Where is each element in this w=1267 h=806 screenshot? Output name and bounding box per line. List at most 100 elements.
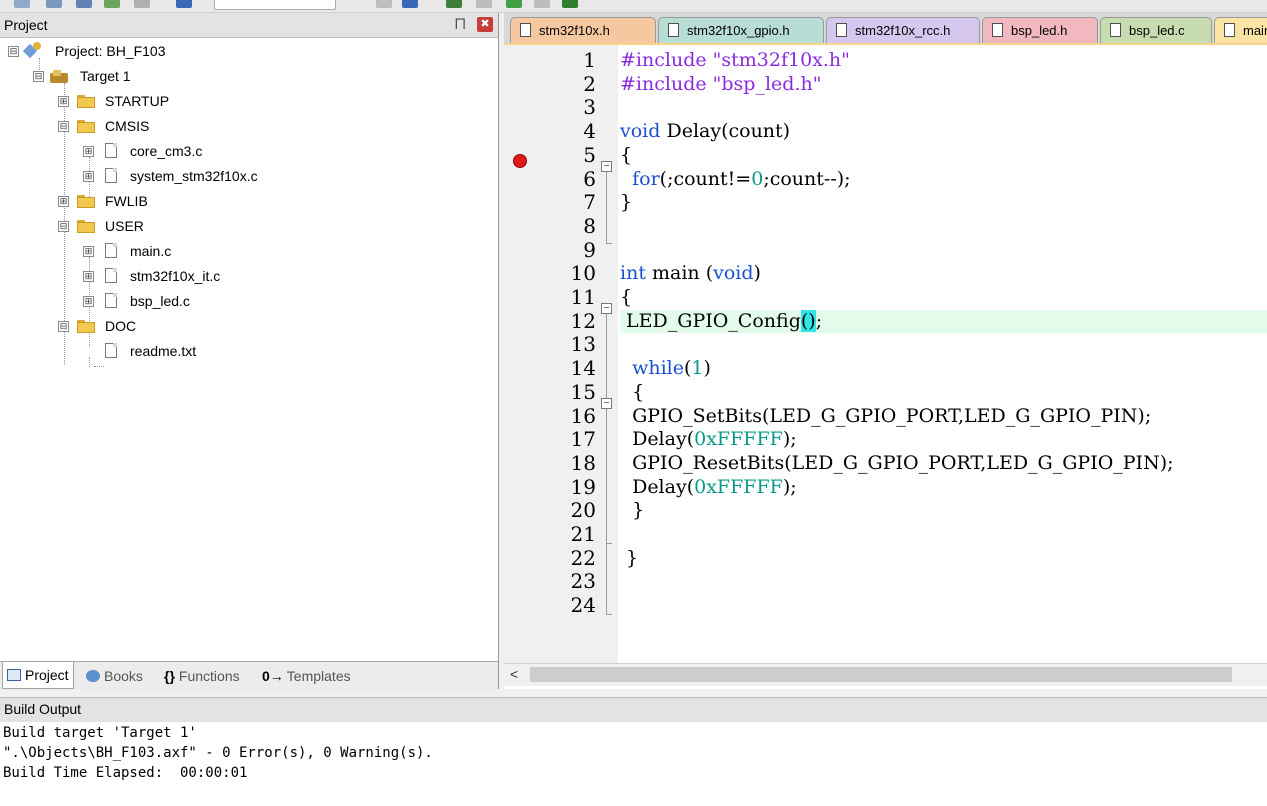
code-token: main ( (645, 262, 714, 285)
code-token: int (620, 262, 646, 285)
expand-icon[interactable]: ⊞ (58, 96, 69, 107)
fold-end (606, 543, 612, 544)
code-line[interactable]: } (620, 547, 1267, 571)
toolbar-button-2[interactable] (46, 0, 62, 8)
collapse-icon[interactable]: ⊟ (8, 46, 19, 57)
editor-gutter[interactable]: 1 2 3 4 5 6 7 8 9 10 11 12 13 14 15 16 17 18 19 20 21 22 23 24 … (504, 45, 618, 663)
build-output: Build target 'Target 1' ".\Objects\BH_F1… (0, 722, 1267, 806)
toolbar-button-6[interactable] (176, 0, 192, 8)
code-line[interactable]: Delay(0xFFFFF); (620, 476, 1267, 500)
tab-templates[interactable]: 0→ Templates (262, 665, 351, 687)
code-line[interactable] (620, 96, 1267, 120)
line-number: 17 (570, 427, 596, 452)
code-line[interactable] (620, 523, 1267, 547)
project-panel-header: Project ⨅ ✖ (0, 13, 498, 38)
code-line[interactable]: while(1) (620, 357, 1267, 381)
code-line[interactable]: int main (void) (620, 262, 1267, 286)
code-area[interactable]: #include "stm32f10x.h" #include "bsp_led.… (620, 45, 1267, 663)
pin-icon[interactable]: ⨅ (455, 16, 465, 32)
line-number: 1 (583, 48, 596, 72)
tab-books[interactable]: Books (86, 665, 143, 687)
toolbar-button-3[interactable] (76, 0, 92, 8)
toolbar-button-1[interactable] (14, 0, 30, 8)
project-icon (22, 42, 43, 60)
toolbar-button-8[interactable] (402, 0, 418, 8)
code-line[interactable]: GPIO_ResetBits(LED_G_GPIO_PORT,LED_G_GPI… (620, 452, 1267, 476)
code-token: ); (782, 475, 797, 498)
code-line[interactable] (620, 570, 1267, 594)
collapse-icon[interactable]: ⊟ (58, 221, 69, 232)
scroll-left-icon[interactable]: < (510, 666, 518, 682)
fold-collapse-icon[interactable]: − (601, 303, 612, 314)
build-output-line: Build Time Elapsed: 00:00:01 (3, 765, 248, 781)
code-line[interactable]: for(;count!=0;count--); (620, 168, 1267, 192)
file-icon (836, 23, 847, 37)
tab-functions[interactable]: {} Functions (164, 665, 240, 687)
code-line[interactable]: } (620, 499, 1267, 523)
target-select[interactable] (214, 0, 336, 10)
collapse-icon[interactable]: ⊟ (58, 321, 69, 332)
tab-bsp-led-c[interactable]: bsp_led.c (1100, 17, 1212, 43)
file-icon (105, 243, 117, 258)
tab-stm32f10x-rcc-h[interactable]: stm32f10x_rcc.h (826, 17, 980, 43)
fold-collapse-icon[interactable]: − (601, 398, 612, 409)
code-line[interactable]: } (620, 191, 1267, 215)
tab-main-c[interactable]: main.c (1214, 17, 1267, 43)
toolbar-button-11[interactable] (506, 0, 522, 8)
code-line[interactable] (620, 215, 1267, 239)
code-token: Delay( (620, 475, 695, 498)
toolbar-button-10[interactable] (476, 0, 492, 8)
code-token: while (632, 357, 684, 380)
code-line[interactable]: GPIO_SetBits(LED_G_GPIO_PORT,LED_G_GPIO_… (620, 405, 1267, 429)
code-token: for (632, 167, 660, 190)
file-icon (105, 343, 117, 358)
toolbar-button-5[interactable] (134, 0, 150, 8)
expand-icon[interactable]: ⊞ (83, 296, 94, 307)
code-token: } (620, 191, 633, 214)
collapse-icon[interactable]: ⊟ (58, 121, 69, 132)
horizontal-scrollbar[interactable]: < (504, 663, 1267, 686)
toolbar-button-9[interactable] (446, 0, 462, 8)
expand-icon[interactable]: ⊞ (58, 196, 69, 207)
code-line[interactable] (620, 239, 1267, 263)
toolbar-button-12[interactable] (534, 0, 550, 8)
toolbar-button-4[interactable] (104, 0, 120, 8)
line-number: 19 (570, 474, 596, 499)
project-tree: ⊟ Project: BH_F103 ⊟ Target 1 ⊞ STARTUP … (0, 39, 496, 659)
expand-icon[interactable]: ⊞ (83, 271, 94, 282)
tab-stm32f10x-h[interactable]: stm32f10x.h (510, 17, 656, 43)
tab-bsp-led-h[interactable]: bsp_led.h (982, 17, 1098, 43)
code-line[interactable]: { (620, 381, 1267, 405)
project-panel: Project ⨅ ✖ ⊟ Project: BH_F103 ⊟ Target … (0, 13, 499, 690)
line-number: 11 (570, 285, 596, 309)
tree-node-label: core_cm3.c (130, 143, 203, 159)
tab-label: stm32f10x_rcc.h (855, 23, 951, 38)
code-line[interactable]: Delay(0xFFFFF); (620, 428, 1267, 452)
folder-open-icon (77, 320, 95, 333)
breakpoint-icon[interactable] (513, 154, 527, 168)
expand-icon[interactable]: ⊞ (83, 146, 94, 157)
expand-icon[interactable]: ⊞ (83, 171, 94, 182)
tab-stm32f10x-gpio-h[interactable]: stm32f10x_gpio.h (658, 17, 824, 43)
toolbar-button-7[interactable] (376, 0, 392, 8)
line-number: 6 (583, 166, 596, 191)
close-panel-button[interactable]: ✖ (477, 17, 493, 32)
code-line[interactable]: #include "stm32f10x.h" (620, 49, 1267, 73)
code-token: } (620, 499, 645, 522)
code-line[interactable] (620, 333, 1267, 357)
code-line[interactable]: { (620, 144, 1267, 168)
code-line[interactable]: { (620, 286, 1267, 310)
file-icon (668, 23, 679, 37)
code-line[interactable]: #include "bsp_led.h" (620, 73, 1267, 97)
collapse-icon[interactable]: ⊟ (33, 71, 44, 82)
toolbar-button-13[interactable] (562, 0, 578, 8)
fold-collapse-icon[interactable]: − (601, 161, 612, 172)
tab-project[interactable]: Project (2, 662, 74, 689)
code-line[interactable]: void Delay(count) (620, 120, 1267, 144)
code-line[interactable]: LED_GPIO_Config(); (620, 309, 1267, 334)
books-icon (86, 670, 100, 682)
code-line[interactable] (620, 594, 1267, 618)
code-token: "stm32f10x.h" (712, 49, 850, 71)
expand-icon[interactable]: ⊞ (83, 246, 94, 257)
scrollbar-thumb[interactable] (530, 667, 1232, 682)
